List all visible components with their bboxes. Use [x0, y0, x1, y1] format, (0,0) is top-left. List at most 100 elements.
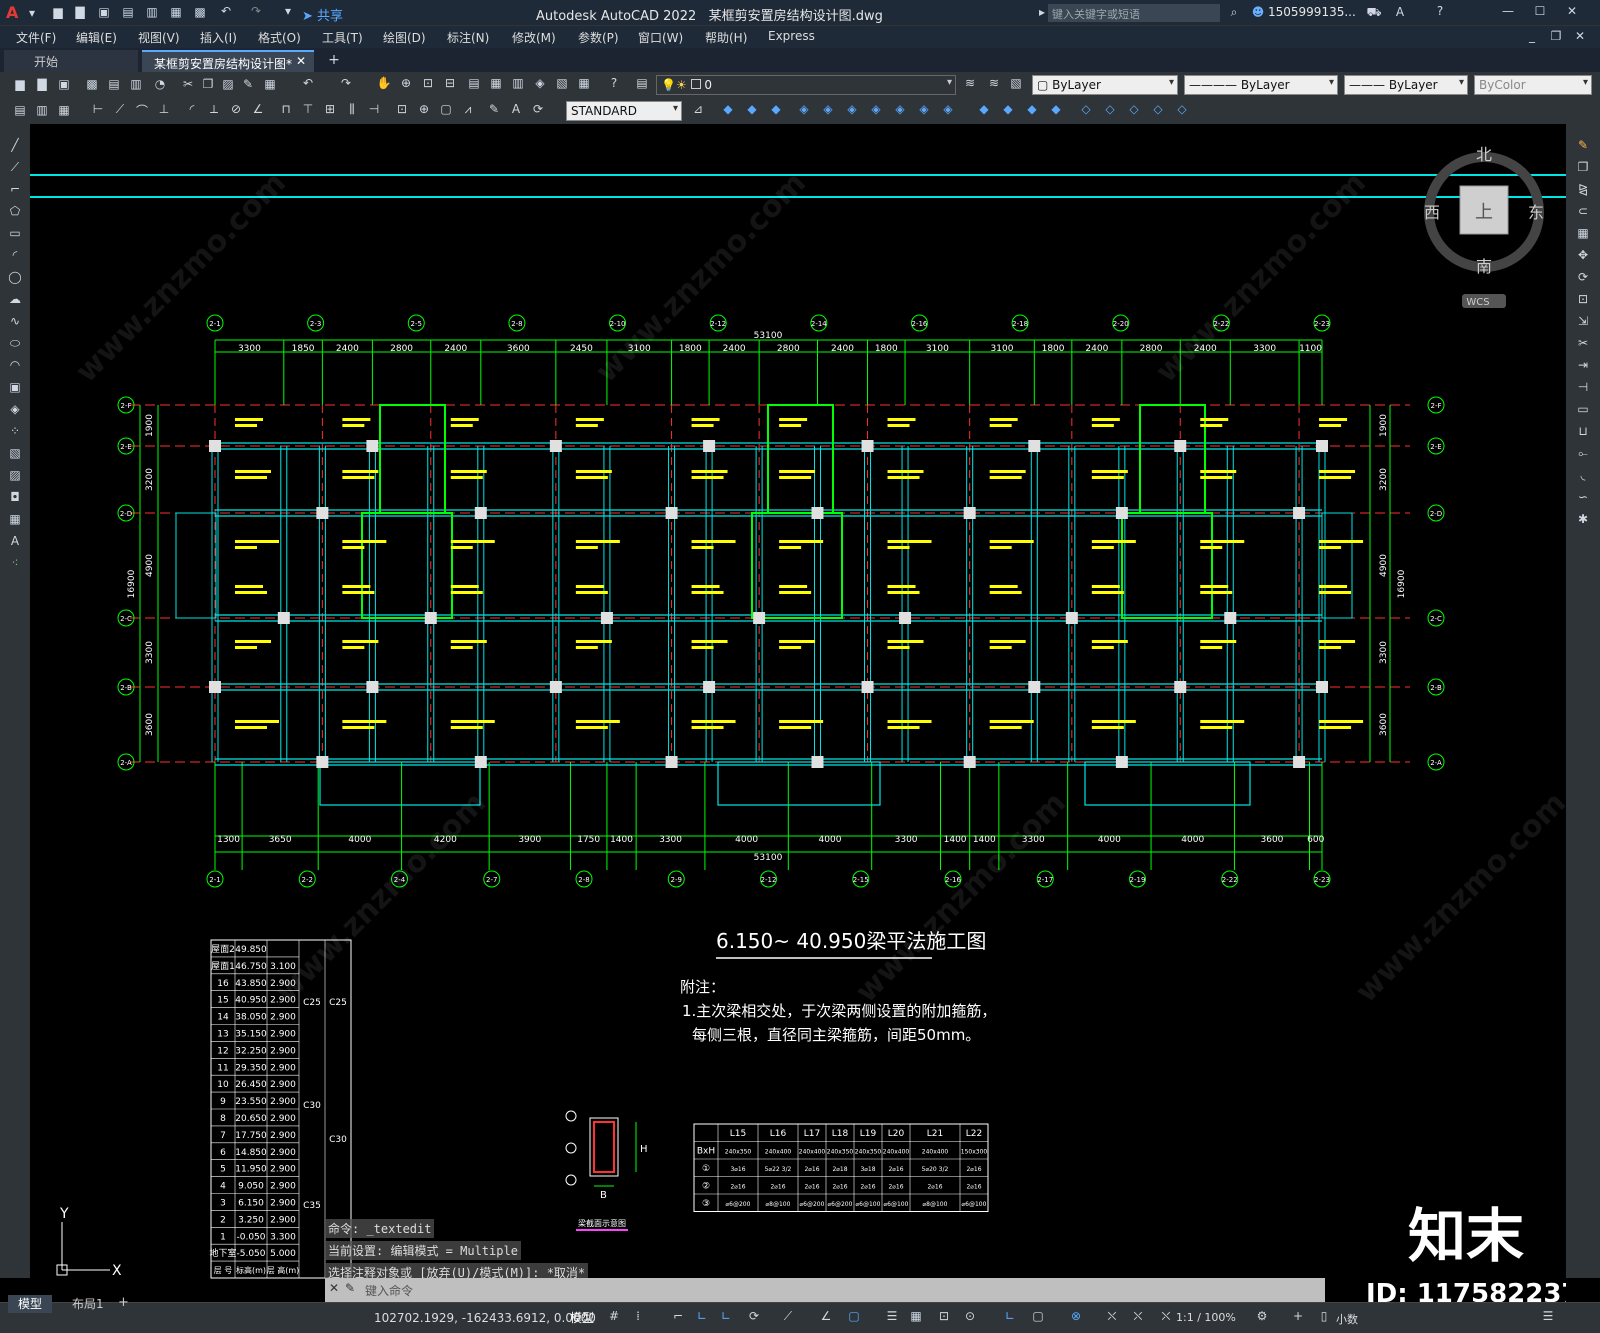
quickcalc-icon[interactable]: ▦ — [576, 76, 592, 90]
customization-icon[interactable]: ☰ — [1540, 1309, 1556, 1323]
paste-icon[interactable]: ▨ — [220, 77, 236, 91]
lineweight-toggle-icon[interactable]: ☰ — [884, 1309, 900, 1323]
coordinates[interactable]: 102702.1929, -162433.6912, 0.0000 — [374, 1311, 596, 1325]
menu-parametric[interactable]: 参数(P) — [578, 29, 619, 46]
center-mark-icon[interactable]: ⊕ — [416, 102, 432, 116]
menu-edit[interactable]: 编辑(E) — [76, 29, 117, 46]
layer-dropdown[interactable]: 💡☀ 0 ▾ — [656, 75, 956, 95]
blend-icon[interactable]: ∽ — [1575, 490, 1591, 504]
plot-icon[interactable]: ▩ — [84, 77, 100, 91]
help-toolbar-icon[interactable]: ? — [606, 76, 622, 90]
units-icon[interactable]: ▯ — [1316, 1309, 1332, 1323]
user-name[interactable]: 1505999135... — [1268, 5, 1356, 19]
tab-layout1[interactable]: 布局1 — [62, 1295, 114, 1313]
offset-icon[interactable]: ⊂ — [1575, 204, 1591, 218]
drawing-canvas[interactable]: 上 北 南 东 西 WCS 3300 1850 2400 2800 2400 3600 24… — [30, 124, 1566, 1302]
arc-icon[interactable]: ◜ — [7, 248, 23, 262]
dimstyle-dropdown[interactable]: STANDARD ▾ — [566, 101, 682, 121]
dim-space-icon[interactable]: ⫼ — [344, 102, 360, 117]
region-icon[interactable]: ◘ — [7, 490, 23, 504]
jogged-linear-icon[interactable]: ⩘ — [460, 102, 476, 117]
move-icon[interactable]: ✥ — [1575, 248, 1591, 262]
intersect-icon[interactable]: ◈ — [844, 102, 860, 116]
diameter-dim-icon[interactable]: ⊘ — [228, 102, 244, 116]
tab-start[interactable]: 开始 — [4, 50, 138, 72]
viewcube-east[interactable]: 东 — [1528, 203, 1544, 222]
menu-window[interactable]: 窗口(W) — [638, 29, 683, 46]
zoom-realtime-icon[interactable]: ⊕ — [398, 76, 414, 90]
make-block-icon[interactable]: ◈ — [7, 402, 23, 416]
cylinder-icon[interactable]: ◆ — [744, 102, 760, 116]
doc-restore-icon[interactable]: ❐ — [1548, 29, 1564, 43]
line-icon[interactable]: ╱ — [7, 138, 23, 152]
layer-states-icon[interactable]: ▧ — [1008, 76, 1024, 90]
osnap-icon[interactable]: ▢ — [846, 1309, 862, 1323]
hatch-icon[interactable]: ▧ — [7, 446, 23, 460]
close-icon[interactable]: ✕ — [1564, 4, 1580, 18]
dim-update-icon[interactable]: ⟳ — [530, 102, 546, 116]
stretch-icon[interactable]: ⇲ — [1575, 314, 1591, 328]
circle-icon[interactable]: ◯ — [7, 270, 23, 284]
copy-icon[interactable]: ❐ — [200, 77, 216, 91]
menu-view[interactable]: 视图(V) — [138, 29, 180, 46]
continue-dim-icon[interactable]: ⊞ — [322, 102, 338, 116]
workspace-gear-icon[interactable]: ⚙ — [1254, 1309, 1270, 1323]
cart-icon[interactable]: ⛟ — [1366, 5, 1382, 21]
add-selected-icon[interactable]: ⁖ — [7, 556, 23, 570]
print-icon[interactable]: ▩ — [192, 5, 208, 19]
menu-dimension[interactable]: 标注(N) — [447, 29, 489, 46]
3dmirror-icon[interactable]: ◇ — [1174, 102, 1190, 116]
make-current-icon[interactable]: ≋ — [962, 76, 978, 90]
rotate-icon[interactable]: ⟳ — [1575, 270, 1591, 284]
layer-properties-icon[interactable]: ▤ — [634, 76, 650, 90]
search-icon[interactable]: ⌕ — [1226, 5, 1242, 20]
undo-toolbar-icon[interactable]: ↶ — [300, 76, 316, 90]
annotation-monitor-icon[interactable]: + — [1290, 1309, 1306, 1323]
app-menu-chevron-icon[interactable]: ▾ — [24, 6, 40, 20]
menu-format[interactable]: 格式(O) — [258, 29, 301, 46]
break-icon[interactable]: ▭ — [1575, 402, 1591, 416]
osnap-track-icon[interactable]: ∠ — [818, 1309, 834, 1323]
ellipse-arc-icon[interactable]: ◠ — [7, 358, 23, 372]
qnew-icon[interactable]: ▆ — [12, 77, 28, 91]
menu-insert[interactable]: 插入(I) — [200, 29, 237, 46]
zoom-previous-icon[interactable]: ⊟ — [442, 76, 458, 90]
dim-text-edit-icon[interactable]: A — [508, 102, 524, 116]
scale-icon[interactable]: ⊡ — [1575, 292, 1591, 306]
menu-express[interactable]: Express — [768, 29, 815, 43]
command-close-icon[interactable]: ✕ — [329, 1281, 339, 1295]
insert-block-icon[interactable]: ▣ — [7, 380, 23, 394]
subtract-icon[interactable]: ◈ — [820, 102, 836, 116]
maximize-icon[interactable]: ☐ — [1532, 4, 1548, 18]
doc-minimize-icon[interactable]: _ — [1524, 29, 1540, 43]
annotation-scale-icon[interactable]: ⛌ — [1158, 1309, 1174, 1324]
viewcube-south[interactable]: 南 — [1476, 257, 1492, 276]
save-as-icon[interactable]: ▤ — [120, 5, 136, 19]
add-layout-icon[interactable]: + — [118, 1295, 129, 1310]
tool-palettes-icon[interactable]: ▥ — [510, 76, 526, 90]
aligned-dim-icon[interactable]: ⟋ — [112, 102, 128, 117]
mirror-icon[interactable]: ⧎ — [1575, 182, 1591, 196]
transparency-icon[interactable]: ▦ — [908, 1309, 924, 1323]
jogged-dim-icon[interactable]: ⟂ — [206, 102, 222, 117]
ordinate-dim-icon[interactable]: ⊥ — [156, 102, 172, 116]
selection-filter-icon[interactable]: ▢ — [1030, 1309, 1046, 1323]
array-icon[interactable]: ▦ — [1575, 226, 1591, 240]
3darray-icon[interactable]: ◇ — [1150, 102, 1166, 116]
minimize-icon[interactable]: — — [1500, 4, 1516, 18]
publish-icon[interactable]: ▥ — [128, 77, 144, 91]
markup-icon[interactable]: ▧ — [554, 76, 570, 90]
viewcube-north[interactable]: 北 — [1476, 145, 1492, 164]
command-input[interactable]: ✕ ✎ 键入命令 — [325, 1278, 1325, 1302]
zoom-window-icon[interactable]: ⊡ — [420, 76, 436, 90]
layer-walk-icon[interactable]: ▤ — [12, 103, 28, 117]
ortho-icon[interactable]: ∟ — [694, 1309, 710, 1323]
extend-icon[interactable]: ⇥ — [1575, 358, 1591, 372]
doc-close-icon[interactable]: ✕ — [1572, 29, 1588, 43]
gizmo-icon[interactable]: ⊗ — [1068, 1309, 1084, 1323]
units-value[interactable]: 小数 — [1336, 1311, 1358, 1327]
linetype-dropdown[interactable]: ———— ByLayer ▾ — [1184, 75, 1338, 95]
section-plane-icon[interactable]: ◆ — [1048, 102, 1064, 116]
menu-help[interactable]: 帮助(H) — [705, 29, 747, 46]
menu-file[interactable]: 文件(F) — [16, 29, 56, 46]
